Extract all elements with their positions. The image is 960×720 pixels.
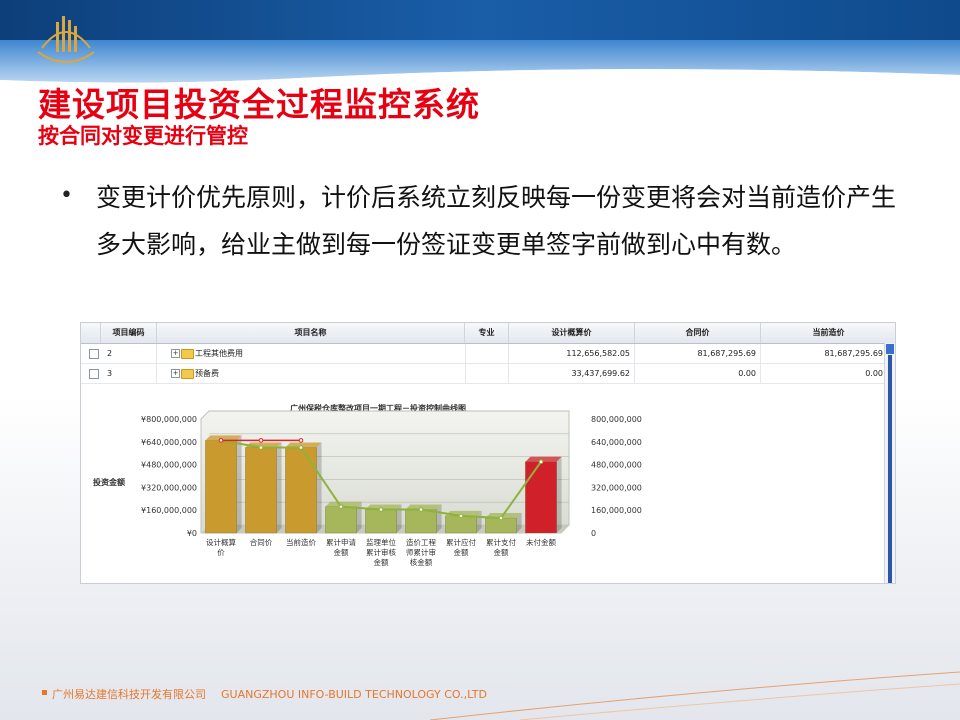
bar-front xyxy=(405,509,437,534)
row-current-cost: 81,687,295.69 xyxy=(824,349,883,358)
row-contract-price: 81,687,295.69 xyxy=(635,344,761,363)
left-axis-ticks: ¥800,000,000 ¥640,000,000 ¥480,000,000 ¥320… xyxy=(141,415,197,538)
bar-front xyxy=(285,447,317,534)
left-tick-label: ¥800,000,000 xyxy=(141,415,197,424)
series-point-cost xyxy=(538,459,544,465)
footer-company: 广州易达建信科技开发有限公司 GUANGZHOU INFO-BUILD TECH… xyxy=(52,686,487,702)
bar-front xyxy=(365,509,397,534)
grid-header-current-cost[interactable]: 当前造价 xyxy=(761,323,895,343)
footer-square-icon xyxy=(42,690,47,695)
bar-front xyxy=(245,447,277,534)
bar-side xyxy=(436,504,442,533)
category-labels: 设计概算价合同价 当前造价 累计申请金额监理单位累计审核金额造价工程师累计审核金额累… xyxy=(206,537,556,567)
folder-icon xyxy=(181,349,194,359)
bar-side xyxy=(556,456,562,533)
grid-header-design-estimate[interactable]: 设计概算价 xyxy=(509,323,635,343)
right-tick-label: 0 xyxy=(591,529,596,538)
series-point-budget xyxy=(298,438,304,443)
table-row[interactable]: 2 + 工程其他费用 112,656,582.05 81,687,295.69 … xyxy=(81,344,887,364)
row-checkbox[interactable] xyxy=(89,349,99,359)
bar-side xyxy=(276,442,282,533)
left-tick-label: ¥640,000,000 xyxy=(141,438,197,447)
grid-header: 项目编码 项目名称 专业 设计概算价 合同价 当前造价 xyxy=(81,323,895,344)
series-point-cost xyxy=(338,504,344,509)
series-point-cost xyxy=(418,507,424,512)
row-discipline xyxy=(465,344,509,363)
embedded-app-screenshot: 项目编码 项目名称 专业 设计概算价 合同价 当前造价 2 + 工程其他费用 1… xyxy=(80,322,896,584)
category-label: 累计支付金额 xyxy=(486,537,516,557)
left-tick-label: ¥160,000,000 xyxy=(141,506,197,515)
category-label: 设计概算价 xyxy=(206,537,236,557)
bar xyxy=(525,456,562,534)
series-point-cost xyxy=(498,515,504,521)
right-tick-label: 320,000,000 xyxy=(591,483,642,492)
scroll-up-arrow-icon[interactable] xyxy=(886,344,894,354)
investment-control-chart: 广州保税仓库整改项目一期工程－投资控制曲线图 投资金额 ¥800,000,000… xyxy=(93,403,642,567)
row-code: 2 xyxy=(107,344,157,363)
category-label: 监理单位累计审核金额 xyxy=(366,537,396,567)
left-tick-label: ¥0 xyxy=(187,529,197,538)
bar-front xyxy=(325,506,357,534)
row-checkbox[interactable] xyxy=(89,369,99,379)
category-label: 累计申请金额 xyxy=(326,537,356,557)
series-point-budget xyxy=(218,438,224,443)
grid-header-checkbox-col xyxy=(81,323,101,343)
footer-company-cn: 广州易达建信科技开发有限公司 xyxy=(52,688,206,701)
bar-front xyxy=(525,461,557,534)
footer-decoration xyxy=(429,671,960,720)
y-axis-label: 投资金额 xyxy=(93,477,125,487)
right-tick-label: 800,000,000 xyxy=(591,415,642,424)
grid-header-name[interactable]: 项目名称 xyxy=(157,323,465,343)
series-point-cost xyxy=(298,445,304,450)
bar-front xyxy=(445,515,477,534)
series-point-budget xyxy=(258,438,264,443)
bar-side xyxy=(316,442,322,533)
category-label: 当前造价 xyxy=(286,537,316,547)
scrollbar-track[interactable] xyxy=(888,355,892,583)
folder-icon xyxy=(181,369,194,379)
bar xyxy=(205,435,242,534)
grid-header-discipline[interactable]: 专业 xyxy=(465,323,509,343)
expand-icon[interactable]: + xyxy=(171,349,180,358)
bar-side xyxy=(236,435,242,533)
left-tick-label: ¥320,000,000 xyxy=(141,483,197,492)
bar-front xyxy=(205,440,237,534)
left-tick-label: ¥480,000,000 xyxy=(141,461,197,470)
right-axis-ticks: 800,000,000 640,000,000 480,000,000 320,000… xyxy=(591,415,642,538)
category-label: 累计应付金额 xyxy=(446,537,476,557)
series-point-cost xyxy=(258,445,264,450)
row-name: 工程其他费用 xyxy=(195,349,243,358)
right-tick-label: 160,000,000 xyxy=(591,506,642,515)
expand-icon[interactable]: + xyxy=(171,369,180,378)
company-logo xyxy=(37,16,95,63)
grid-header-contract-price[interactable]: 合同价 xyxy=(635,323,761,343)
slide-subtitle: 按合同对变更进行管控 xyxy=(38,124,248,148)
footer-company-en: GUANGZHOU INFO-BUILD TECHNOLOGY CO.,LTD xyxy=(221,688,487,701)
bar xyxy=(245,442,282,534)
right-tick-label: 480,000,000 xyxy=(591,461,642,470)
series-point-cost xyxy=(378,507,384,512)
bullet-text: 变更计价优先原则，计价后系统立刻反映每一份变更将会对当前造价产生多大影响，给业主… xyxy=(96,183,897,259)
right-tick-label: 640,000,000 xyxy=(591,438,642,447)
series-point-cost xyxy=(458,513,464,519)
row-design-estimate: 112,656,582.05 xyxy=(509,344,635,363)
category-label: 合同价 xyxy=(250,537,273,547)
grid-header-code[interactable]: 项目编码 xyxy=(101,323,157,343)
category-label: 未付金额 xyxy=(526,537,556,547)
slide-title: 建设项目投资全过程监控系统 xyxy=(38,85,480,124)
bar-top xyxy=(525,456,562,462)
category-label: 造价工程师累计审核金额 xyxy=(406,537,436,567)
bullet-marker: • xyxy=(60,183,73,208)
bar xyxy=(285,442,322,534)
bar-side xyxy=(356,501,362,533)
